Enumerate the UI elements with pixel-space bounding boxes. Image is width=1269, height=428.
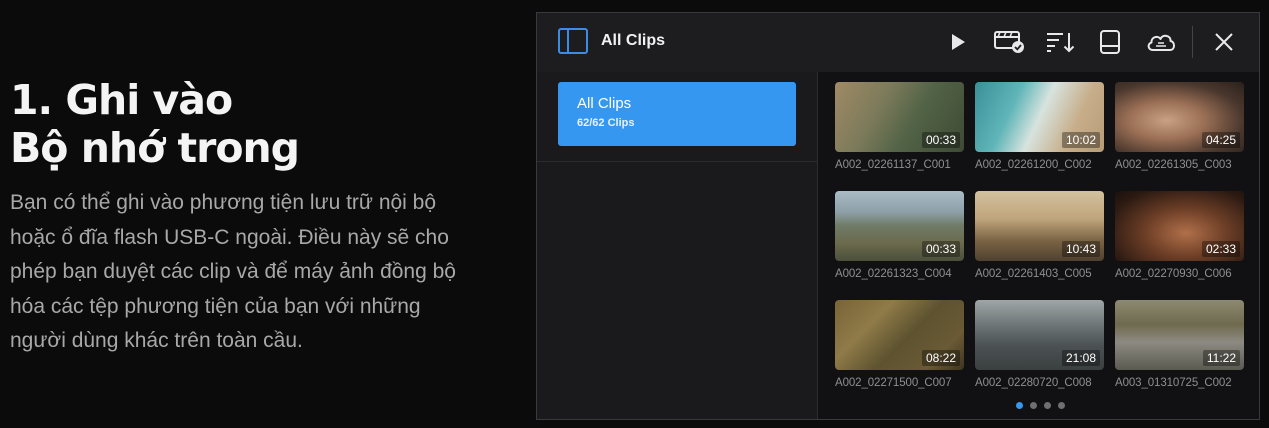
clip-filename: A002_02261403_C005 bbox=[975, 268, 1092, 280]
clip-thumbnail: 08:22 bbox=[835, 300, 964, 370]
clip-tile[interactable]: 02:33 A002_02270930_C006 bbox=[1115, 191, 1244, 280]
clip-tile[interactable]: 11:22 A003_01310725_C002 bbox=[1115, 300, 1244, 389]
clip-filename: A002_02261305_C003 bbox=[1115, 159, 1232, 171]
album-name: All Clips bbox=[577, 95, 632, 112]
clip-thumbnail: 10:02 bbox=[975, 82, 1104, 152]
cloud-icon[interactable] bbox=[1144, 26, 1178, 58]
window-titlebar: All Clips bbox=[537, 13, 1259, 73]
clip-thumbnail: 10:43 bbox=[975, 191, 1104, 261]
clips-browser-window: All Clips All Clips 62/62 Clips 00:33 A0… bbox=[536, 12, 1260, 420]
clip-filename: A002_02270930_C006 bbox=[1115, 268, 1232, 280]
clip-duration: 00:33 bbox=[921, 241, 960, 257]
heading-line-2: Bộ nhớ trong bbox=[10, 124, 300, 172]
albums-sidebar: All Clips 62/62 Clips bbox=[537, 72, 818, 419]
clip-thumbnail: 00:33 bbox=[835, 191, 964, 261]
drive-icon[interactable] bbox=[1099, 26, 1121, 58]
clip-filename: A002_02280720_C008 bbox=[975, 377, 1092, 389]
clip-filename: A002_02261200_C002 bbox=[975, 159, 1092, 171]
window-title: All Clips bbox=[601, 32, 666, 49]
clip-duration: 00:33 bbox=[921, 132, 960, 148]
clip-thumbnail: 02:33 bbox=[1115, 191, 1244, 261]
clip-duration: 21:08 bbox=[1061, 350, 1100, 366]
clip-tile[interactable]: 00:33 A002_02261137_C001 bbox=[835, 82, 964, 171]
section-heading: 1. Ghi vào Bộ nhớ trong bbox=[10, 76, 300, 172]
clip-duration: 10:43 bbox=[1061, 241, 1100, 257]
album-clip-count: 62/62 Clips bbox=[577, 117, 635, 129]
clip-duration: 08:22 bbox=[921, 350, 960, 366]
page-dot[interactable] bbox=[1030, 402, 1037, 409]
clip-filename: A003_01310725_C002 bbox=[1115, 377, 1232, 389]
clip-duration: 04:25 bbox=[1201, 132, 1240, 148]
clip-tile[interactable]: 10:02 A002_02261200_C002 bbox=[975, 82, 1104, 171]
clip-filename: A002_02261323_C004 bbox=[835, 268, 952, 280]
clip-filename: A002_02261137_C001 bbox=[835, 159, 951, 171]
clip-thumbnail: 11:22 bbox=[1115, 300, 1244, 370]
clip-filename: A002_02271500_C007 bbox=[835, 377, 952, 389]
close-icon[interactable] bbox=[1212, 26, 1236, 58]
page-dot[interactable] bbox=[1016, 402, 1023, 409]
play-icon[interactable] bbox=[947, 26, 969, 58]
clips-grid: 00:33 A002_02261137_C001 10:02 A002_0226… bbox=[818, 72, 1259, 419]
clip-duration: 02:33 bbox=[1201, 241, 1240, 257]
clip-thumbnail: 00:33 bbox=[835, 82, 964, 152]
heading-line-1: 1. Ghi vào bbox=[10, 76, 233, 124]
clip-tile[interactable]: 08:22 A002_02271500_C007 bbox=[835, 300, 964, 389]
pagination-dots bbox=[1016, 402, 1065, 409]
page-dot[interactable] bbox=[1058, 402, 1065, 409]
clip-thumbnail: 21:08 bbox=[975, 300, 1104, 370]
clip-thumbnail: 04:25 bbox=[1115, 82, 1244, 152]
clip-tile[interactable]: 21:08 A002_02280720_C008 bbox=[975, 300, 1104, 389]
clip-verified-icon[interactable] bbox=[992, 26, 1028, 58]
clip-tile[interactable]: 10:43 A002_02261403_C005 bbox=[975, 191, 1104, 280]
clip-duration: 10:02 bbox=[1061, 132, 1100, 148]
page-dot[interactable] bbox=[1044, 402, 1051, 409]
clip-duration: 11:22 bbox=[1202, 350, 1240, 366]
album-all-clips[interactable]: All Clips 62/62 Clips bbox=[558, 82, 796, 146]
sort-icon[interactable] bbox=[1044, 26, 1076, 58]
sidebar-toggle-icon[interactable] bbox=[558, 28, 588, 54]
clip-tile[interactable]: 00:33 A002_02261323_C004 bbox=[835, 191, 964, 280]
clip-tile[interactable]: 04:25 A002_02261305_C003 bbox=[1115, 82, 1244, 171]
section-description: Bạn có thể ghi vào phương tiện lưu trữ n… bbox=[10, 191, 456, 352]
toolbar-separator bbox=[1192, 26, 1193, 58]
sidebar-divider bbox=[537, 161, 817, 162]
